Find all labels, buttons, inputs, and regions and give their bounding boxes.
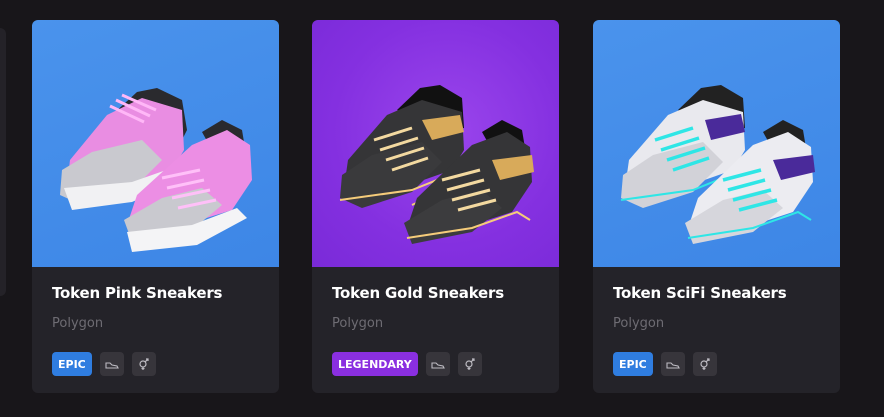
product-title[interactable]: Token Gold Sneakers xyxy=(332,284,504,302)
gender-badge xyxy=(457,352,482,376)
category-badge xyxy=(660,352,685,376)
rarity-badge: EPIC xyxy=(613,352,653,376)
scifi-sneakers-image xyxy=(620,85,815,244)
gender-icon xyxy=(139,358,149,370)
marketplace-grid: Token Pink Sneakers Polygon EPIC Token G… xyxy=(0,0,884,417)
chain-label: Polygon xyxy=(52,316,104,331)
gender-badge xyxy=(692,352,717,376)
gender-icon xyxy=(700,358,710,370)
product-image[interactable] xyxy=(312,20,559,267)
rarity-badge: LEGENDARY xyxy=(332,352,418,376)
gold-sneakers-image xyxy=(339,85,534,244)
product-image[interactable] xyxy=(32,20,279,267)
shoe-icon xyxy=(105,362,119,369)
product-title[interactable]: Token SciFi Sneakers xyxy=(613,284,787,302)
product-card[interactable]: Token SciFi Sneakers Polygon EPIC xyxy=(593,20,840,393)
product-card[interactable]: Token Gold Sneakers Polygon LEGENDARY xyxy=(312,20,559,393)
shoe-icon xyxy=(666,362,680,369)
category-badge xyxy=(99,352,124,376)
chain-label: Polygon xyxy=(332,316,384,331)
pink-sneakers-image xyxy=(60,88,252,252)
badge-row: EPIC xyxy=(52,352,156,376)
sidebar-edge xyxy=(0,28,6,296)
product-card[interactable]: Token Pink Sneakers Polygon EPIC xyxy=(32,20,279,393)
chain-label: Polygon xyxy=(613,316,665,331)
product-image[interactable] xyxy=(593,20,840,267)
category-badge xyxy=(425,352,450,376)
badge-row: EPIC xyxy=(613,352,717,376)
rarity-badge: EPIC xyxy=(52,352,92,376)
product-title[interactable]: Token Pink Sneakers xyxy=(52,284,222,302)
badge-row: LEGENDARY xyxy=(332,352,482,376)
gender-icon xyxy=(465,358,475,370)
shoe-icon xyxy=(431,362,445,369)
gender-badge xyxy=(131,352,156,376)
